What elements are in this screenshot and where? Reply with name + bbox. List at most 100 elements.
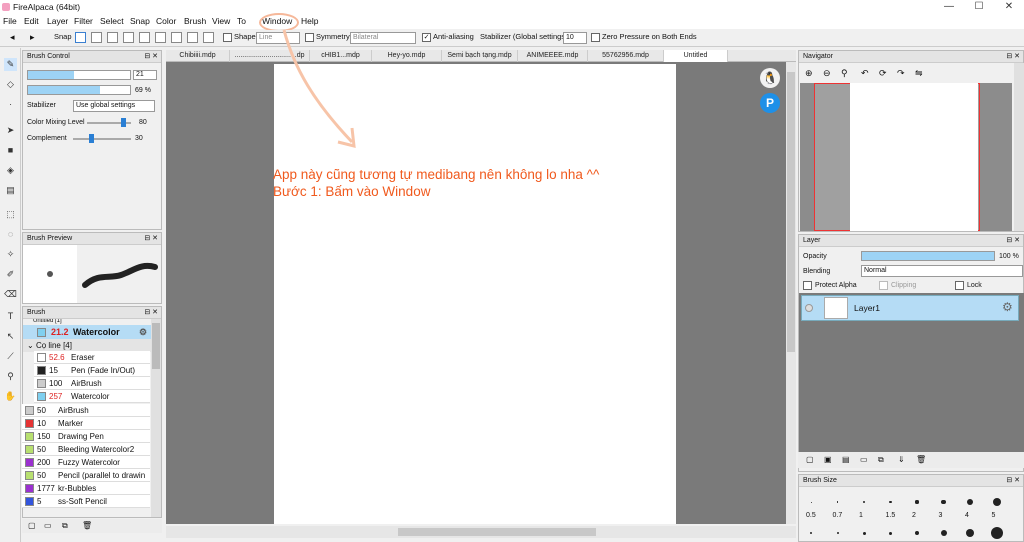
list-item[interactable]: 50 Pencil (parallel to drawin xyxy=(22,469,150,482)
snap-vanishing-icon[interactable] xyxy=(187,32,198,43)
tab-hey-yo[interactable]: Hey-yo.mdp xyxy=(372,50,442,62)
stabilizer-select[interactable]: 10 xyxy=(563,32,587,44)
protect-alpha-checkbox[interactable] xyxy=(803,281,812,290)
menu-help[interactable]: Help xyxy=(301,16,318,26)
zoom-in-icon[interactable]: ⊕ xyxy=(805,68,813,79)
tab-untitled[interactable]: Untitled xyxy=(664,50,728,62)
gradient-tool-icon[interactable]: ▤ xyxy=(4,184,17,197)
brush-size-large-dot[interactable] xyxy=(966,529,974,537)
text-tool-icon[interactable]: T xyxy=(4,310,17,323)
new-brush-icon[interactable]: ▢ xyxy=(28,519,36,533)
snap-cross-icon[interactable] xyxy=(107,32,118,43)
menu-color[interactable]: Color xyxy=(156,16,176,26)
list-item[interactable]: 10 Marker xyxy=(22,417,150,430)
reset-rotation-icon[interactable]: ⟳ xyxy=(879,68,887,79)
menu-edit[interactable]: Edit xyxy=(24,16,39,26)
dot-tool-icon[interactable]: ∙ xyxy=(4,98,17,111)
brush-size-dot[interactable] xyxy=(992,498,1001,506)
maximize-button[interactable]: ☐ xyxy=(964,0,994,14)
rotate-right-icon[interactable]: ↷ xyxy=(897,68,905,79)
bucket-tool-icon[interactable]: ◈ xyxy=(4,164,17,177)
panel-buttons[interactable]: ⊟ ✕ xyxy=(144,51,158,63)
menu-filter[interactable]: Filter xyxy=(74,16,93,26)
duplicate-layer-icon[interactable]: ⧉ xyxy=(878,455,884,465)
snap-curve-icon[interactable] xyxy=(171,32,182,43)
menu-file[interactable]: File xyxy=(3,16,17,26)
brush-size-dot[interactable] xyxy=(967,499,973,505)
move-tool-icon[interactable]: ➤ xyxy=(4,124,17,137)
complement-knob[interactable] xyxy=(89,134,94,143)
list-item[interactable]: 150 Drawing Pen xyxy=(22,430,150,443)
list-item[interactable]: 200 Fuzzy Watercolor xyxy=(22,456,150,469)
rotate-left-icon[interactable]: ↶ xyxy=(861,68,869,79)
brush-size-dot[interactable] xyxy=(836,501,839,503)
brush-list-scrollbar[interactable] xyxy=(151,319,161,517)
medibang-icon[interactable]: P xyxy=(760,93,780,113)
tab-chibiiii[interactable]: Chibiiii.mdp xyxy=(166,50,230,62)
brush-size-dot[interactable] xyxy=(863,501,865,503)
menu-tools[interactable]: To xyxy=(237,16,246,26)
menu-brush[interactable]: Brush xyxy=(184,16,206,26)
snap-circle-icon[interactable] xyxy=(155,32,166,43)
new-layer-icon[interactable]: ▢ xyxy=(806,455,814,464)
new-8bit-layer-icon[interactable]: ▣ xyxy=(824,455,832,464)
select-pen-icon[interactable]: ✐ xyxy=(4,268,17,281)
snap-off-icon[interactable] xyxy=(75,32,86,43)
divide-tool-icon[interactable]: ⟋ xyxy=(4,350,17,363)
brush-size-large-dot[interactable] xyxy=(862,531,866,535)
brush-opacity-bar[interactable] xyxy=(27,85,131,95)
duplicate-icon[interactable]: ⧉ xyxy=(62,519,68,533)
prev-icon[interactable]: ◂ xyxy=(10,32,15,43)
brush-size-large-dot[interactable] xyxy=(810,532,812,534)
close-button[interactable]: ✕ xyxy=(994,0,1024,14)
operation-tool-icon[interactable]: ↖ xyxy=(4,330,17,343)
list-item[interactable]: 100 AirBrush xyxy=(34,377,150,390)
eraser-tool-icon[interactable]: ◇ xyxy=(4,78,17,91)
brush-size-dot[interactable] xyxy=(915,500,919,504)
list-item[interactable]: 15 Pen (Fade In/Out) xyxy=(34,364,150,377)
list-item[interactable]: 50 Bleeding Watercolor2 xyxy=(22,443,150,456)
next-icon[interactable]: ▸ xyxy=(30,32,35,43)
list-item[interactable]: 5 ss-Soft Pencil xyxy=(22,495,150,508)
gear-icon[interactable]: ⚙ xyxy=(139,325,147,339)
complement-slider[interactable] xyxy=(73,138,131,140)
menu-select[interactable]: Select xyxy=(100,16,124,26)
select-tool-icon[interactable]: ⬚ xyxy=(4,208,17,221)
canvas-horizontal-scrollbar[interactable] xyxy=(166,526,796,538)
panel-buttons[interactable]: ⊟ ✕ xyxy=(1006,235,1020,247)
fill-tool-icon[interactable]: ■ xyxy=(4,144,17,157)
mascot-icon[interactable]: 🐧 xyxy=(760,68,780,88)
brush-size-large-dot[interactable] xyxy=(889,531,892,535)
brush-size-value[interactable]: 21 xyxy=(133,70,157,80)
zoom-out-icon[interactable]: ⊖ xyxy=(823,68,831,79)
menu-layer[interactable]: Layer xyxy=(47,16,68,26)
mixing-knob[interactable] xyxy=(121,118,126,127)
brush-size-dot[interactable] xyxy=(810,501,812,503)
brush-selected-row[interactable]: 21.2 Watercolor ⚙ xyxy=(23,325,151,339)
navigator-scrollbar[interactable] xyxy=(1014,63,1024,231)
hand-tool-icon[interactable]: ✋ xyxy=(4,390,17,403)
trash-icon[interactable]: 🗑 xyxy=(82,519,92,533)
brush-tool-icon[interactable]: ✎ xyxy=(4,58,17,71)
brush-size-large-dot[interactable] xyxy=(836,532,839,534)
panel-buttons[interactable]: ⊟ ✕ xyxy=(144,307,158,319)
snap-settings-icon[interactable] xyxy=(203,32,214,43)
snap-parallel-icon[interactable] xyxy=(91,32,102,43)
shape-checkbox[interactable] xyxy=(223,33,232,42)
gear-icon[interactable]: ⚙ xyxy=(1002,300,1013,314)
layer-opacity-bar[interactable] xyxy=(861,251,995,261)
brush-size-dot[interactable] xyxy=(889,500,892,504)
clipping-checkbox[interactable] xyxy=(879,281,888,290)
brush-stabilizer-select[interactable]: Use global settings xyxy=(73,100,155,112)
brush-size-dot[interactable] xyxy=(941,499,946,505)
list-item[interactable]: 50 AirBrush xyxy=(22,404,150,417)
panel-buttons[interactable]: ⊟ ✕ xyxy=(144,233,158,245)
visibility-icon[interactable] xyxy=(805,304,813,312)
tab-animeeee[interactable]: ANIMEEEE.mdp xyxy=(518,50,588,62)
new-1bit-layer-icon[interactable]: ▤ xyxy=(842,455,850,464)
list-item[interactable]: 257 Watercolor xyxy=(34,390,150,403)
menu-view[interactable]: View xyxy=(212,16,230,26)
magic-wand-icon[interactable]: ✧ xyxy=(4,248,17,261)
eyedropper-icon[interactable]: ⚲ xyxy=(4,370,17,383)
lock-checkbox[interactable] xyxy=(955,281,964,290)
